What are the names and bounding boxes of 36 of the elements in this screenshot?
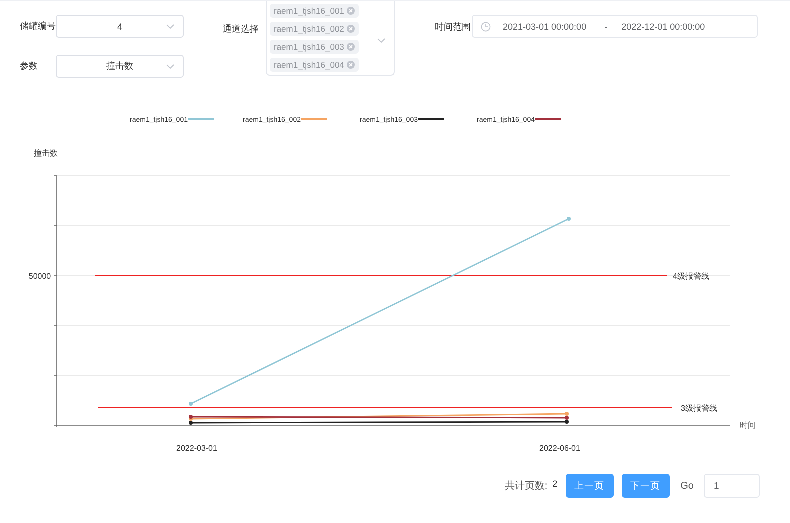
x-tick-label: 2022-06-01 — [540, 444, 580, 453]
clock-icon — [481, 22, 491, 32]
channel-tag[interactable]: raem1_tjsh16_004 — [270, 58, 360, 72]
alarm-line-label: 4级报警线 — [673, 272, 710, 281]
start-date: 2021-03-01 00:00:00 — [503, 22, 587, 32]
next-page-button[interactable]: 下一页 — [622, 474, 670, 498]
tank-select[interactable]: 4 — [56, 15, 184, 38]
go-label: Go — [680, 480, 694, 492]
close-icon[interactable] — [347, 43, 356, 51]
field-label: 参数 — [20, 60, 39, 73]
channel-tag[interactable]: raem1_tjsh16_001 — [270, 4, 360, 18]
field-label: 时间范围 — [435, 21, 472, 34]
channel-tag[interactable]: raem1_tjsh16_002 — [270, 22, 360, 36]
chevron-down-icon — [166, 64, 175, 70]
x-axis-name: 时间 — [740, 421, 756, 430]
field-label: 通道选择 — [223, 23, 260, 36]
close-icon[interactable] — [347, 25, 356, 33]
channel-tag[interactable]: raem1_tjsh16_003 — [270, 40, 360, 54]
y-axis-name: 撞击数 — [34, 149, 58, 158]
page-count-label: 共计页数: — [504, 480, 548, 493]
field-label: 储罐编号 — [20, 20, 56, 33]
channel-multiselect[interactable]: raem1_tjsh16_001 raem1_tjsh16_002 raem1_tjsh16_003 raem1_tjsh16_004 — [266, 1, 395, 76]
page-input[interactable]: 1 — [704, 474, 760, 498]
close-icon[interactable] — [347, 7, 356, 15]
x-tick-label: 2022-03-01 — [176, 444, 218, 453]
alarm-line-label: 3级报警线 — [681, 404, 718, 413]
previous-page-button[interactable]: 上一页 — [566, 474, 614, 498]
y-tick-label: 50000 — [28, 272, 52, 281]
chevron-down-icon — [166, 24, 175, 30]
page-count: 2 — [552, 479, 558, 489]
end-date: 2022-12-01 00:00:00 — [622, 22, 706, 32]
date-range-field[interactable]: 2021-03-01 00:00:00 - 2022-12-01 00:00:00 — [472, 15, 758, 38]
parameter-select[interactable]: 撞击数 — [56, 55, 184, 78]
range-separator: - — [604, 22, 608, 32]
chevron-down-icon — [377, 38, 386, 44]
close-icon[interactable] — [347, 61, 356, 69]
